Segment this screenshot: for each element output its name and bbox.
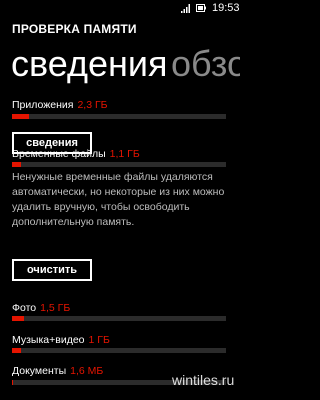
music-row-label: Музыка+видео 1 ГБ	[12, 333, 110, 347]
docs-usage-fill	[12, 380, 14, 385]
docs-label: Документы	[12, 365, 67, 377]
music-usage-fill	[12, 348, 21, 353]
music-label: Музыка+видео	[12, 334, 85, 346]
clear-button[interactable]: очистить	[12, 259, 92, 281]
docs-row-label: Документы 1,6 МБ	[12, 364, 103, 378]
apps-usage-bar	[12, 114, 226, 119]
photo-usage-bar	[12, 316, 226, 321]
photo-usage-fill	[12, 316, 24, 321]
battery-icon	[196, 4, 206, 12]
apps-value: 2,3 ГБ	[77, 99, 108, 111]
clock: 19:53	[212, 2, 240, 14]
docs-value: 1,6 МБ	[70, 365, 104, 377]
temp-usage-fill	[12, 162, 21, 167]
apps-row-label: Приложения 2,3 ГБ	[12, 98, 108, 112]
photo-value: 1,5 ГБ	[40, 302, 71, 314]
apps-label: Приложения	[12, 99, 74, 111]
music-value: 1 ГБ	[88, 334, 110, 346]
photo-row-label: Фото 1,5 ГБ	[12, 301, 70, 315]
status-bar: 19:53	[0, 0, 240, 16]
temp-description: Ненужные временные файлы удаляются автом…	[12, 171, 225, 228]
app-title: ПРОВЕРКА ПАМЯТИ	[12, 22, 137, 36]
watermark: wintiles.ru	[172, 372, 235, 388]
pivot-item-details[interactable]: сведения	[11, 42, 167, 86]
temp-value: 1,1 ГБ	[109, 148, 140, 160]
temp-usage-bar	[12, 162, 226, 167]
music-usage-bar	[12, 348, 226, 353]
temp-label: Временные файлы	[12, 148, 106, 160]
photo-label: Фото	[12, 302, 37, 314]
signal-icon	[181, 4, 190, 13]
pivot-item-overview[interactable]: обзо	[171, 42, 240, 86]
pivot-header: сведения обзо	[0, 42, 240, 86]
apps-usage-fill	[12, 114, 30, 119]
temp-row-label: Временные файлы 1,1 ГБ	[12, 147, 140, 161]
